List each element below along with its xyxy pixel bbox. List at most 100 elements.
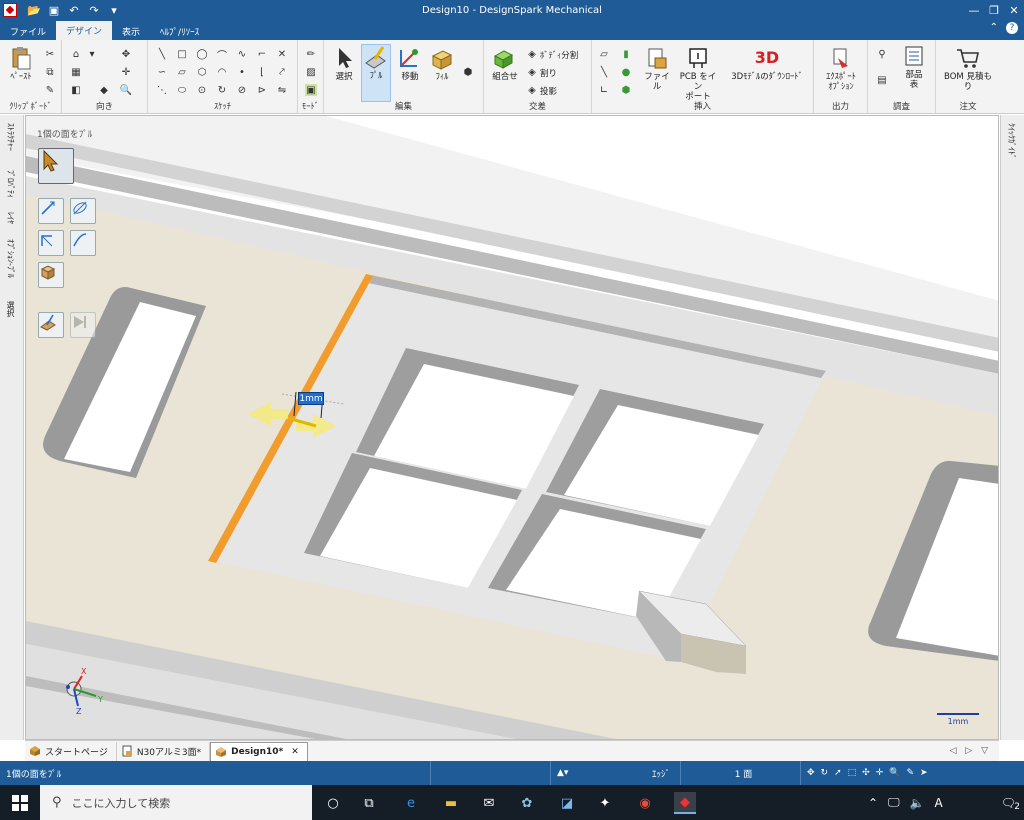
- design-viewport[interactable]: X Y Z 1個の面をﾌﾟﾙ 1mm 1mm: [25, 115, 999, 740]
- offset-icon[interactable]: ⌊: [256, 66, 268, 78]
- insert-file-button[interactable]: ファイル: [642, 46, 672, 92]
- redo-view-icon[interactable]: ➤: [920, 768, 928, 778]
- split-body-icon[interactable]: ◈: [526, 48, 538, 60]
- split-button[interactable]: 割り: [540, 67, 557, 79]
- cortana-icon[interactable]: ○: [322, 792, 344, 814]
- app-window-icon[interactable]: ◪: [556, 792, 578, 814]
- tab-display[interactable]: 表示: [112, 22, 150, 40]
- tab-design[interactable]: デザイン: [56, 21, 113, 40]
- spin-view-icon[interactable]: ✥: [807, 768, 815, 778]
- pan-icon[interactable]: ✛: [120, 66, 132, 78]
- pull-button[interactable]: ﾌﾟﾙ: [361, 44, 391, 102]
- pointer-icon[interactable]: ➚: [834, 768, 842, 778]
- tangent-line-icon[interactable]: ∽: [156, 66, 168, 78]
- tab-help-resources[interactable]: ﾍﾙﾌﾟ/ﾘｿｰｽ: [150, 22, 209, 40]
- bend-icon[interactable]: ⊘: [236, 84, 248, 96]
- tool-app-icon[interactable]: ✦: [594, 792, 616, 814]
- tab-layers[interactable]: ﾚｲﾔ: [5, 212, 16, 224]
- home-dropdown-icon[interactable]: ▾: [86, 48, 98, 60]
- tab-properties[interactable]: ﾌﾟﾛﾊﾟﾃｨ: [5, 170, 16, 198]
- line-icon[interactable]: ╲: [156, 48, 168, 60]
- notification-center-icon[interactable]: 🗨 2: [1001, 796, 1020, 812]
- minimize-button[interactable]: —: [964, 0, 984, 20]
- select-button[interactable]: 選択: [330, 46, 358, 82]
- tab-structure[interactable]: ｽﾄﾗｸﾁｬｰ: [5, 123, 16, 151]
- mirror-icon[interactable]: ⇋: [276, 84, 288, 96]
- edge-browser-icon[interactable]: e: [400, 792, 422, 814]
- selection-filter[interactable]: ▲▾ ｴｯｼﾞ: [550, 761, 680, 785]
- fill-button[interactable]: ﾌｨﾙ: [428, 46, 456, 82]
- origin-icon[interactable]: ∟: [598, 84, 610, 96]
- measure-tool-icon[interactable]: ✎: [906, 768, 914, 778]
- bom-quote-button[interactable]: BOM 見積も り: [938, 46, 998, 92]
- start-button[interactable]: [0, 785, 40, 820]
- undo-icon[interactable]: ↶: [67, 3, 81, 17]
- rectangle-icon[interactable]: □: [176, 48, 188, 60]
- save-icon[interactable]: ▣: [47, 3, 61, 17]
- task-view-icon[interactable]: ⧉: [358, 792, 380, 814]
- ellipse-icon[interactable]: ⬭: [176, 84, 188, 96]
- cylinder-icon[interactable]: ▮: [620, 48, 632, 60]
- close-tab-icon[interactable]: ✕: [291, 747, 299, 757]
- move-button[interactable]: 移動: [396, 46, 424, 82]
- measure-icon[interactable]: ⚲: [876, 48, 888, 60]
- three-point-circle-icon[interactable]: ⊙: [196, 84, 208, 96]
- section-mode-icon[interactable]: ▨: [305, 66, 317, 78]
- pcb-import-button[interactable]: PCB をイン ポート: [676, 46, 720, 102]
- home-view-icon[interactable]: ⌂: [70, 48, 82, 60]
- paste-button[interactable]: ﾍﾟｰｽﾄ: [6, 46, 36, 82]
- split-curve-icon[interactable]: ⊳: [256, 84, 268, 96]
- polygon-icon[interactable]: ⬡: [196, 66, 208, 78]
- grid-view-icon[interactable]: ▦: [70, 66, 82, 78]
- volume-muted-icon[interactable]: 🔈: [910, 796, 925, 810]
- split-body-button[interactable]: ﾎﾞﾃﾞｨ分割: [540, 49, 578, 61]
- point-icon[interactable]: •: [236, 66, 248, 78]
- axis-icon[interactable]: ╲: [598, 66, 610, 78]
- tab-quick-guide[interactable]: ｸｲｯｸｶﾞｲﾄﾞ: [1006, 123, 1017, 159]
- sweep-tool-guide[interactable]: [38, 230, 64, 256]
- dimension-input[interactable]: 1mm: [298, 392, 324, 405]
- restore-button[interactable]: ❐: [984, 0, 1004, 20]
- pan-view-icon[interactable]: ✛: [876, 768, 884, 778]
- plane-icon[interactable]: ▱: [598, 48, 610, 60]
- polygon-rect-icon[interactable]: ▱: [176, 66, 188, 78]
- doc-tab-n30-aluminum[interactable]: N30アルミ3面*: [117, 741, 211, 761]
- full-pull-tool-guide[interactable]: [70, 312, 96, 338]
- parts-list-button[interactable]: 部品 表: [896, 44, 932, 90]
- zoom-icon[interactable]: 🔍: [120, 84, 132, 96]
- tab-selection[interactable]: 選択: [5, 301, 16, 317]
- format-painter-icon[interactable]: ✎: [44, 84, 56, 96]
- three-point-arc-icon[interactable]: ◠: [216, 66, 228, 78]
- file-explorer-icon[interactable]: ▬: [440, 792, 462, 814]
- arc-icon[interactable]: ⌒: [216, 48, 228, 62]
- collapse-ribbon-icon[interactable]: ⌃: [990, 22, 998, 34]
- view-cube-icon[interactable]: ◧: [70, 84, 82, 96]
- project-button[interactable]: 投影: [540, 85, 557, 97]
- project-icon[interactable]: ◈: [526, 84, 538, 96]
- up-to-tool-guide[interactable]: [38, 312, 64, 338]
- tab-navigation-arrows[interactable]: ◁ ▷ ▽: [950, 746, 992, 756]
- open-folder-icon[interactable]: 📂: [27, 3, 41, 17]
- zoom-view-icon[interactable]: 🔍: [889, 768, 900, 778]
- help-icon[interactable]: ?: [1006, 22, 1018, 34]
- trim-icon[interactable]: ✕: [276, 48, 288, 60]
- combine-button[interactable]: 組合せ: [488, 46, 522, 82]
- chrome-icon[interactable]: ◉: [634, 792, 656, 814]
- designspark-taskbar-icon[interactable]: ◆: [674, 792, 696, 814]
- construction-line-icon[interactable]: ⋱: [156, 84, 168, 96]
- mass-icon[interactable]: ▤: [876, 74, 888, 86]
- network-icon[interactable]: 🖵: [888, 795, 900, 810]
- split-icon[interactable]: ◈: [526, 66, 538, 78]
- tab-file[interactable]: ファイル: [0, 22, 56, 40]
- spin-icon[interactable]: ✥: [120, 48, 132, 60]
- doc-tab-design10[interactable]: Design10* ✕: [210, 741, 308, 761]
- extend-icon[interactable]: ⤤: [276, 66, 288, 78]
- revolve-tool-guide[interactable]: [70, 198, 96, 224]
- tray-chevron-icon[interactable]: ⌃: [868, 796, 878, 810]
- draft-tool-guide[interactable]: [70, 230, 96, 256]
- redo-icon[interactable]: ↷: [87, 3, 101, 17]
- corner-icon[interactable]: ⌐: [256, 48, 268, 60]
- direction-tool-guide[interactable]: [38, 198, 64, 224]
- spline-icon[interactable]: ∿: [236, 48, 248, 60]
- doc-tab-start-page[interactable]: スタートページ: [25, 741, 117, 761]
